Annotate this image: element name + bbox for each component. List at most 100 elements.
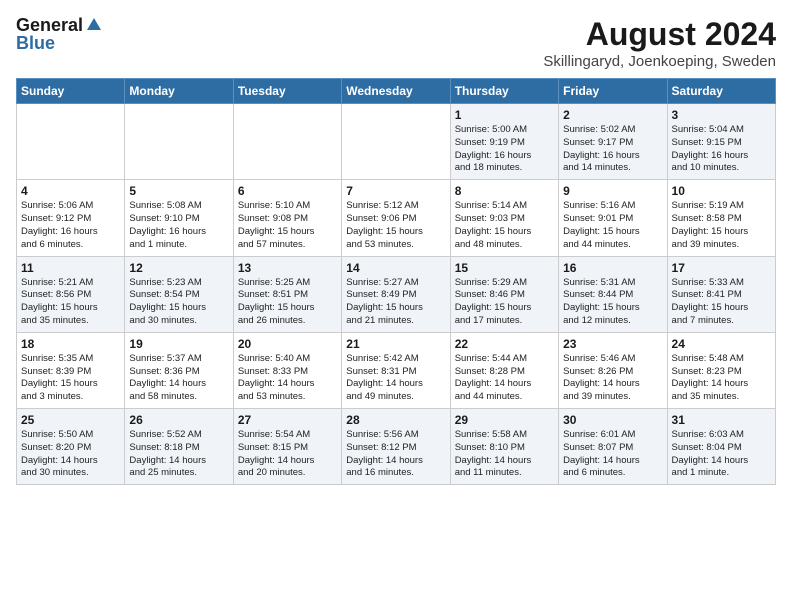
day-number: 22 xyxy=(455,337,554,351)
header-day-saturday: Saturday xyxy=(667,79,775,104)
day-info: Sunrise: 5:31 AM Sunset: 8:44 PM Dayligh… xyxy=(563,277,662,328)
day-number: 7 xyxy=(346,184,445,198)
calendar-table: SundayMondayTuesdayWednesdayThursdayFrid… xyxy=(16,78,776,485)
calendar-cell: 24 Sunrise: 5:48 AM Sunset: 8:23 PM Dayli… xyxy=(667,332,775,408)
day-number: 10 xyxy=(672,184,771,198)
day-info: Sunrise: 5:58 AM Sunset: 8:10 PM Dayligh… xyxy=(455,429,554,480)
day-number: 27 xyxy=(238,413,337,427)
day-number: 16 xyxy=(563,261,662,275)
header-day-thursday: Thursday xyxy=(450,79,558,104)
page-header: General Blue August 2024 Skillingaryd, J… xyxy=(16,16,776,70)
day-number: 28 xyxy=(346,413,445,427)
logo: General Blue xyxy=(16,16,103,52)
header-day-wednesday: Wednesday xyxy=(342,79,450,104)
calendar-cell: 2 Sunrise: 5:02 AM Sunset: 9:17 PM Daylig… xyxy=(559,104,667,180)
header-row: SundayMondayTuesdayWednesdayThursdayFrid… xyxy=(17,79,776,104)
calendar-cell: 29 Sunrise: 5:58 AM Sunset: 8:10 PM Dayli… xyxy=(450,409,558,485)
week-row-5: 25Sunrise: 5:50 AM Sunset: 8:20 PM Dayli… xyxy=(17,409,776,485)
day-info: Sunrise: 5:44 AM Sunset: 8:28 PM Dayligh… xyxy=(455,353,554,404)
day-number: 15 xyxy=(455,261,554,275)
day-info: Sunrise: 5:08 AM Sunset: 9:10 PM Dayligh… xyxy=(129,200,228,251)
day-info: Sunrise: 6:03 AM Sunset: 8:04 PM Dayligh… xyxy=(672,429,771,480)
calendar-cell: 21 Sunrise: 5:42 AM Sunset: 8:31 PM Dayli… xyxy=(342,332,450,408)
header-day-friday: Friday xyxy=(559,79,667,104)
day-info: Sunrise: 5:10 AM Sunset: 9:08 PM Dayligh… xyxy=(238,200,337,251)
day-info: Sunrise: 5:56 AM Sunset: 8:12 PM Dayligh… xyxy=(346,429,445,480)
calendar-cell: 14 Sunrise: 5:27 AM Sunset: 8:49 PM Dayli… xyxy=(342,256,450,332)
day-number: 21 xyxy=(346,337,445,351)
day-number: 14 xyxy=(346,261,445,275)
calendar-cell: 15 Sunrise: 5:29 AM Sunset: 8:46 PM Dayli… xyxy=(450,256,558,332)
day-number: 5 xyxy=(129,184,228,198)
day-number: 29 xyxy=(455,413,554,427)
day-number: 23 xyxy=(563,337,662,351)
day-number: 13 xyxy=(238,261,337,275)
day-number: 11 xyxy=(21,261,120,275)
day-info: Sunrise: 5:25 AM Sunset: 8:51 PM Dayligh… xyxy=(238,277,337,328)
calendar-cell: 18 Sunrise: 5:35 AM Sunset: 8:39 PM Dayli… xyxy=(17,332,125,408)
day-number: 3 xyxy=(672,108,771,122)
day-number: 4 xyxy=(21,184,120,198)
calendar-cell: 13 Sunrise: 5:25 AM Sunset: 8:51 PM Dayli… xyxy=(233,256,341,332)
day-info: Sunrise: 5:19 AM Sunset: 8:58 PM Dayligh… xyxy=(672,200,771,251)
week-row-3: 11 Sunrise: 5:21 AM Sunset: 8:56 PM Dayli… xyxy=(17,256,776,332)
week-row-2: 4Sunrise: 5:06 AM Sunset: 9:12 PM Daylig… xyxy=(17,180,776,256)
logo-general-text: General xyxy=(16,16,83,34)
calendar-cell: 23Sunrise: 5:46 AM Sunset: 8:26 PM Dayli… xyxy=(559,332,667,408)
calendar-cell: 22 Sunrise: 5:44 AM Sunset: 8:28 PM Dayli… xyxy=(450,332,558,408)
day-number: 17 xyxy=(672,261,771,275)
calendar-cell xyxy=(125,104,233,180)
day-info: Sunrise: 5:00 AM Sunset: 9:19 PM Dayligh… xyxy=(455,124,554,175)
calendar-cell: 25Sunrise: 5:50 AM Sunset: 8:20 PM Dayli… xyxy=(17,409,125,485)
week-row-4: 18 Sunrise: 5:35 AM Sunset: 8:39 PM Dayli… xyxy=(17,332,776,408)
calendar-cell xyxy=(17,104,125,180)
day-info: Sunrise: 5:33 AM Sunset: 8:41 PM Dayligh… xyxy=(672,277,771,328)
day-info: Sunrise: 5:14 AM Sunset: 9:03 PM Dayligh… xyxy=(455,200,554,251)
calendar-cell: 27Sunrise: 5:54 AM Sunset: 8:15 PM Dayli… xyxy=(233,409,341,485)
calendar-cell: 9Sunrise: 5:16 AM Sunset: 9:01 PM Daylig… xyxy=(559,180,667,256)
header-day-sunday: Sunday xyxy=(17,79,125,104)
title-block: August 2024 Skillingaryd, Joenkoeping, S… xyxy=(543,16,776,70)
calendar-cell: 17 Sunrise: 5:33 AM Sunset: 8:41 PM Dayli… xyxy=(667,256,775,332)
day-info: Sunrise: 5:52 AM Sunset: 8:18 PM Dayligh… xyxy=(129,429,228,480)
day-info: Sunrise: 5:37 AM Sunset: 8:36 PM Dayligh… xyxy=(129,353,228,404)
day-number: 8 xyxy=(455,184,554,198)
day-info: Sunrise: 5:21 AM Sunset: 8:56 PM Dayligh… xyxy=(21,277,120,328)
day-info: Sunrise: 5:35 AM Sunset: 8:39 PM Dayligh… xyxy=(21,353,120,404)
calendar-cell: 8 Sunrise: 5:14 AM Sunset: 9:03 PM Daylig… xyxy=(450,180,558,256)
day-info: Sunrise: 5:48 AM Sunset: 8:23 PM Dayligh… xyxy=(672,353,771,404)
day-number: 20 xyxy=(238,337,337,351)
day-number: 24 xyxy=(672,337,771,351)
day-info: Sunrise: 5:02 AM Sunset: 9:17 PM Dayligh… xyxy=(563,124,662,175)
day-info: Sunrise: 5:42 AM Sunset: 8:31 PM Dayligh… xyxy=(346,353,445,404)
calendar-cell: 10 Sunrise: 5:19 AM Sunset: 8:58 PM Dayli… xyxy=(667,180,775,256)
calendar-cell: 20Sunrise: 5:40 AM Sunset: 8:33 PM Dayli… xyxy=(233,332,341,408)
calendar-cell: 19Sunrise: 5:37 AM Sunset: 8:36 PM Dayli… xyxy=(125,332,233,408)
week-row-1: 1Sunrise: 5:00 AM Sunset: 9:19 PM Daylig… xyxy=(17,104,776,180)
calendar-cell: 28 Sunrise: 5:56 AM Sunset: 8:12 PM Dayli… xyxy=(342,409,450,485)
calendar-cell: 31Sunrise: 6:03 AM Sunset: 8:04 PM Dayli… xyxy=(667,409,775,485)
day-number: 2 xyxy=(563,108,662,122)
day-number: 18 xyxy=(21,337,120,351)
calendar-cell: 1Sunrise: 5:00 AM Sunset: 9:19 PM Daylig… xyxy=(450,104,558,180)
day-info: Sunrise: 5:27 AM Sunset: 8:49 PM Dayligh… xyxy=(346,277,445,328)
calendar-subtitle: Skillingaryd, Joenkoeping, Sweden xyxy=(543,53,776,70)
calendar-cell: 7Sunrise: 5:12 AM Sunset: 9:06 PM Daylig… xyxy=(342,180,450,256)
calendar-cell: 11 Sunrise: 5:21 AM Sunset: 8:56 PM Dayli… xyxy=(17,256,125,332)
day-number: 6 xyxy=(238,184,337,198)
calendar-cell: 5 Sunrise: 5:08 AM Sunset: 9:10 PM Daylig… xyxy=(125,180,233,256)
header-day-tuesday: Tuesday xyxy=(233,79,341,104)
calendar-cell xyxy=(342,104,450,180)
calendar-cell: 30Sunrise: 6:01 AM Sunset: 8:07 PM Dayli… xyxy=(559,409,667,485)
calendar-title: August 2024 xyxy=(543,16,776,53)
logo-blue-text: Blue xyxy=(16,34,55,52)
day-info: Sunrise: 5:29 AM Sunset: 8:46 PM Dayligh… xyxy=(455,277,554,328)
calendar-cell: 16 Sunrise: 5:31 AM Sunset: 8:44 PM Dayli… xyxy=(559,256,667,332)
calendar-cell: 26Sunrise: 5:52 AM Sunset: 8:18 PM Dayli… xyxy=(125,409,233,485)
logo-icon xyxy=(85,16,103,34)
calendar-cell: 12Sunrise: 5:23 AM Sunset: 8:54 PM Dayli… xyxy=(125,256,233,332)
calendar-cell: 4Sunrise: 5:06 AM Sunset: 9:12 PM Daylig… xyxy=(17,180,125,256)
day-number: 30 xyxy=(563,413,662,427)
day-info: Sunrise: 5:04 AM Sunset: 9:15 PM Dayligh… xyxy=(672,124,771,175)
day-number: 12 xyxy=(129,261,228,275)
